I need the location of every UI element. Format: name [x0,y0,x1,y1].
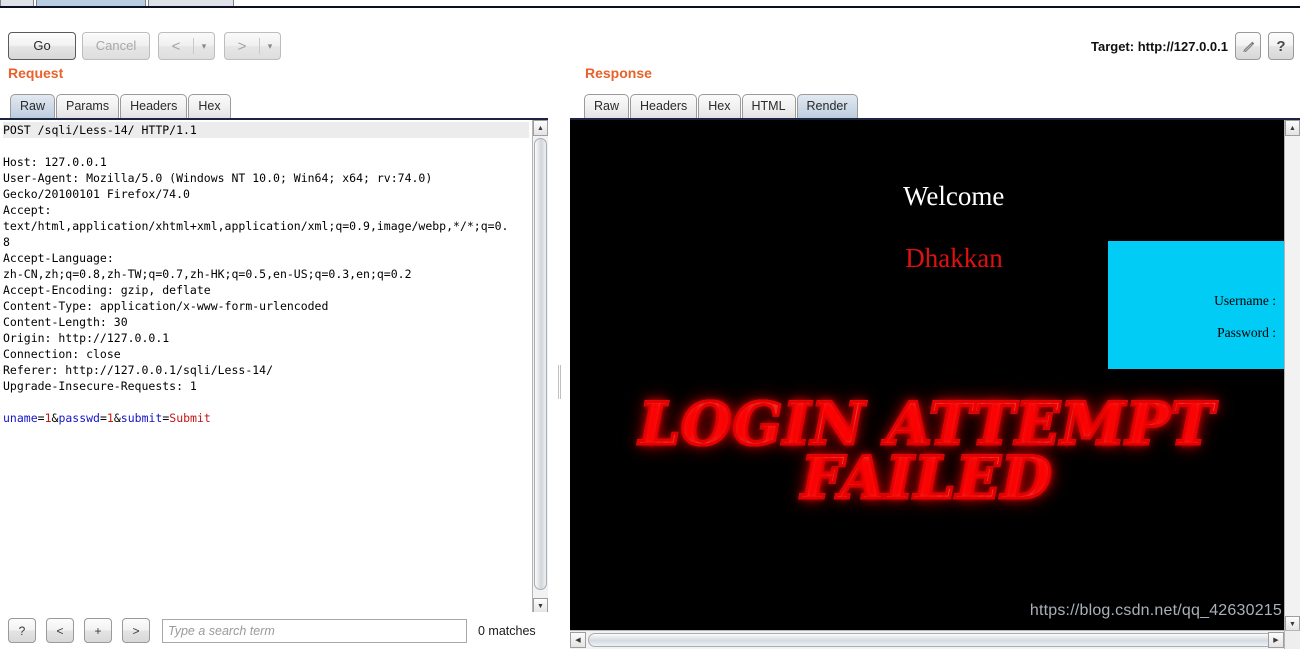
request-tabs: Raw Params Headers Hex [10,94,232,118]
login-failed-banner: LOGIN ATTEMPT FAILED [570,394,1284,509]
param-name: submit [120,411,163,425]
request-header-line: Accept-Encoding: gzip, deflate [3,283,211,297]
panel-splitter[interactable] [548,118,570,649]
request-header-line: Referer: http://127.0.0.1/sqli/Less-14/ [3,363,274,377]
request-header-line: Origin: http://127.0.0.1 [3,331,170,345]
scroll-up-icon[interactable]: ▲ [1285,120,1300,136]
target-area: Target: http://127.0.0.1 ? [1091,32,1294,60]
scroll-right-icon[interactable]: ▶ [1268,632,1284,648]
search-next-button[interactable]: > [122,618,150,643]
request-header-line: Host: 127.0.0.1 [3,155,107,169]
response-panel: Welcome Dhakkan Username : Password : LO… [570,118,1300,649]
scrollbar-corner [1284,630,1300,649]
request-header-line: Connection: close [3,347,121,361]
request-tab-headers[interactable]: Headers [120,94,188,118]
scroll-up-icon[interactable]: ▲ [533,120,548,136]
request-header-line: User-Agent: Mozilla/5.0 (Windows NT 10.0… [3,171,433,185]
username-label: Username : [1214,293,1276,308]
response-tab-headers[interactable]: Headers [630,94,698,118]
param-name: uname [3,411,38,425]
cancel-button[interactable]: Cancel [82,32,150,60]
request-panel: POST /sqli/Less-14/ HTTP/1.1 Host: 127.0… [0,118,548,614]
pencil-icon[interactable] [1235,32,1261,60]
request-panel-title: Request [8,65,64,81]
param-name: passwd [58,411,100,425]
request-line: POST /sqli/Less-14/ HTTP/1.1 [3,122,529,138]
response-tab-html[interactable]: HTML [741,94,796,118]
repeater-toolbar: Go Cancel < ▾ > ▾ Target: http://127.0.0… [0,10,1300,60]
request-search-bar: ? < + > 0 matches [0,612,570,649]
search-prev-button[interactable]: < [46,618,74,643]
window-tab-1[interactable] [36,0,146,6]
request-scroll-thumb[interactable] [534,138,547,590]
request-header-line: Accept-Language: [3,251,114,265]
request-body-line: uname=1&passwd=1&submit=Submit [3,411,211,425]
request-tab-raw[interactable]: Raw [10,94,56,118]
target-label: Target: http://127.0.0.1 [1090,38,1228,54]
response-hscroll-thumb[interactable] [588,633,1280,647]
go-button[interactable]: Go [8,32,76,60]
request-tab-params[interactable]: Params [56,94,120,118]
request-header-line: zh-CN,zh;q=0.8,zh-TW;q=0.7,zh-HK;q=0.5,e… [3,267,412,281]
search-help-button[interactable]: ? [8,618,36,643]
back-button[interactable]: < ▾ [158,32,215,60]
repeater-window: Go Cancel < ▾ > ▾ Target: http://127.0.0… [0,0,1300,649]
param-value: 1 [106,411,114,425]
response-tabs: Raw Headers Hex HTML Render [584,94,859,118]
request-header-line: Upgrade-Insecure-Requests: 1 [3,379,197,393]
password-label: Password : [1217,325,1276,340]
search-input[interactable] [162,618,467,643]
window-tab-0[interactable] [0,0,34,6]
request-header-line: Accept: [3,203,52,217]
forward-chevron-down-icon[interactable]: ▾ [260,41,280,52]
request-header-line: Content-Length: 30 [3,315,128,329]
request-header-line: Content-Type: application/x-www-form-url… [3,299,329,313]
search-add-button[interactable]: + [84,618,112,643]
forward-arrow-icon: > [237,37,247,55]
response-tab-hex[interactable]: Hex [698,94,741,118]
request-header-line: 8 [3,235,10,249]
scroll-left-icon[interactable]: ◀ [570,632,586,648]
help-label: ? [1276,37,1286,55]
login-form-box: Username : Password : [1108,241,1284,369]
welcome-user-text: Dhakkan [905,243,1003,273]
response-vertical-scrollbar[interactable]: ▲ ▼ [1284,120,1300,632]
back-arrow-icon: < [171,37,181,55]
response-tab-render[interactable]: Render [796,94,858,118]
match-count-label: 0 matches [478,623,536,638]
response-panel-title: Response [585,65,652,81]
failed-line-2: FAILED [570,447,1284,508]
welcome-text: Welcome [903,181,1005,211]
window-tab-2[interactable] [148,0,234,6]
back-chevron-down-icon[interactable]: ▾ [194,41,214,52]
request-raw-editor[interactable]: POST /sqli/Less-14/ HTTP/1.1 Host: 127.0… [0,120,532,614]
watermark-text: https://blog.csdn.net/qq_42630215 [1029,602,1282,619]
request-vertical-scrollbar[interactable]: ▲ ▼ [532,120,548,614]
request-tab-hex[interactable]: Hex [188,94,231,118]
forward-button[interactable]: > ▾ [224,32,281,60]
window-tab-strip [0,0,1300,8]
splitter-grip[interactable] [558,365,561,399]
response-tab-raw[interactable]: Raw [584,94,630,118]
param-value: 1 [44,411,52,425]
param-value: Submit [169,411,211,425]
request-header-line: text/html,application/xhtml+xml,applicat… [3,219,509,233]
rendered-page: Welcome Dhakkan Username : Password : LO… [570,120,1284,632]
help-button[interactable]: ? [1268,32,1294,60]
response-horizontal-scrollbar[interactable]: ◀ ▶ [570,630,1300,649]
request-header-line: Gecko/20100101 Firefox/74.0 [3,187,190,201]
